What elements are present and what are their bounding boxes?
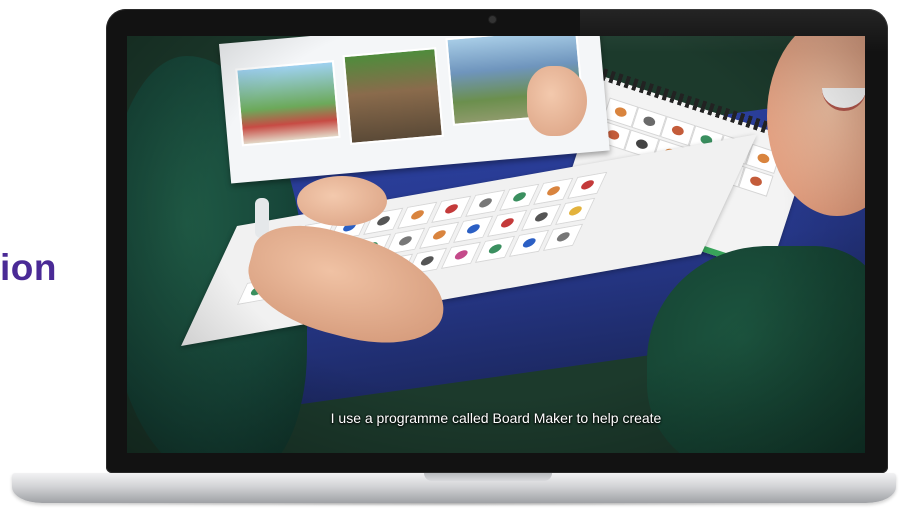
stage: ion I use a programme called Board Maker… [0,0,908,508]
scene-vignette [127,36,865,453]
video-subtitle: I use a programme called Board Maker to … [330,410,662,426]
video-screen[interactable]: I use a programme called Board Maker to … [127,36,865,453]
partial-heading-text: ion [0,247,57,288]
webcam-dot-icon [489,16,496,23]
laptop-opening-notch [424,473,552,481]
